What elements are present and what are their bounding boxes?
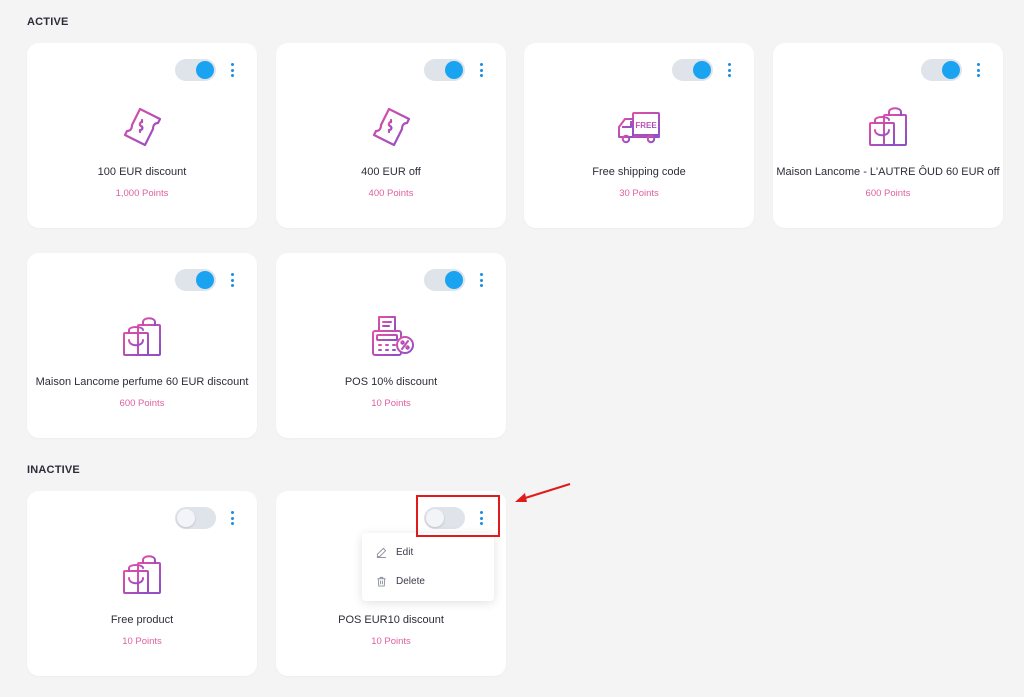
enabled-toggle[interactable] [424, 59, 465, 81]
reward-points: 30 Points [619, 188, 659, 199]
section-title-inactive: INACTIVE [27, 464, 80, 476]
reward-name: Free product [110, 614, 174, 626]
annotation-arrow-icon [515, 483, 571, 502]
reward-points: 10 Points [122, 636, 162, 647]
more-options-icon[interactable] [477, 62, 485, 78]
trash-icon [377, 576, 386, 587]
enabled-toggle[interactable] [175, 59, 216, 81]
reward-card[interactable]: Free product 10 Points [27, 491, 257, 676]
toggle-knob [445, 271, 463, 289]
more-options-icon[interactable] [974, 62, 982, 78]
pencil-icon [376, 547, 387, 558]
reward-card[interactable]: POS 10% discount 10 Points [276, 253, 506, 438]
enabled-toggle[interactable] [921, 59, 962, 81]
menu-item-label: Delete [396, 575, 425, 587]
toggle-knob [196, 61, 214, 79]
menu-item-delete[interactable]: Delete [376, 573, 425, 589]
reward-points: 1,000 Points [115, 188, 169, 199]
reward-points: 10 Points [371, 398, 411, 409]
more-options-icon[interactable] [228, 510, 236, 526]
shopping-bag-icon [123, 555, 161, 594]
menu-item-label: Edit [396, 546, 414, 558]
truck-icon: FREE [618, 112, 660, 144]
toggle-knob [196, 271, 214, 289]
more-options-icon[interactable] [477, 272, 485, 288]
reward-name: Free shipping code [592, 166, 686, 178]
toggle-knob [942, 61, 960, 79]
pos-terminal-icon [372, 316, 414, 356]
toggle-knob [177, 509, 195, 527]
enabled-toggle[interactable] [424, 269, 465, 291]
toggle-knob [445, 61, 463, 79]
section-title-active: ACTIVE [27, 16, 69, 28]
enabled-toggle[interactable] [672, 59, 713, 81]
shopping-bag-icon [869, 107, 907, 146]
menu-item-edit[interactable]: Edit [376, 544, 413, 560]
reward-points: 10 Points [371, 636, 411, 647]
shopping-bag-icon [123, 317, 161, 356]
reward-card[interactable]: 400 EUR off 400 Points [276, 43, 506, 228]
reward-card[interactable]: FREE Free shipping code 30 Points [524, 43, 754, 228]
annotation-highlight-box [416, 495, 500, 537]
reward-card[interactable]: Maison Lancome - L'AUTRE ÔUD 60 EUR off … [773, 43, 1003, 228]
svg-text:FREE: FREE [635, 121, 657, 130]
reward-points: 600 Points [119, 398, 165, 409]
ticket-icon [372, 107, 411, 147]
reward-card[interactable]: Maison Lancome perfume 60 EUR discount 6… [27, 253, 257, 438]
reward-points: 600 Points [865, 188, 911, 199]
reward-name: Maison Lancome - L'AUTRE ÔUD 60 EUR off [776, 166, 1000, 178]
context-menu: Edit Delete [362, 533, 494, 601]
reward-name: POS 10% discount [344, 376, 438, 388]
more-options-icon[interactable] [228, 272, 236, 288]
ticket-icon [123, 107, 162, 147]
reward-card[interactable]: 100 EUR discount 1,000 Points [27, 43, 257, 228]
reward-name: 400 EUR off [361, 166, 421, 178]
toggle-knob [693, 61, 711, 79]
enabled-toggle[interactable] [175, 507, 216, 529]
more-options-icon[interactable] [725, 62, 733, 78]
reward-name: POS EUR10 discount [338, 614, 444, 626]
reward-name: Maison Lancome perfume 60 EUR discount [35, 376, 249, 388]
reward-points: 400 Points [368, 188, 414, 199]
reward-name: 100 EUR discount [97, 166, 187, 178]
more-options-icon[interactable] [228, 62, 236, 78]
enabled-toggle[interactable] [175, 269, 216, 291]
